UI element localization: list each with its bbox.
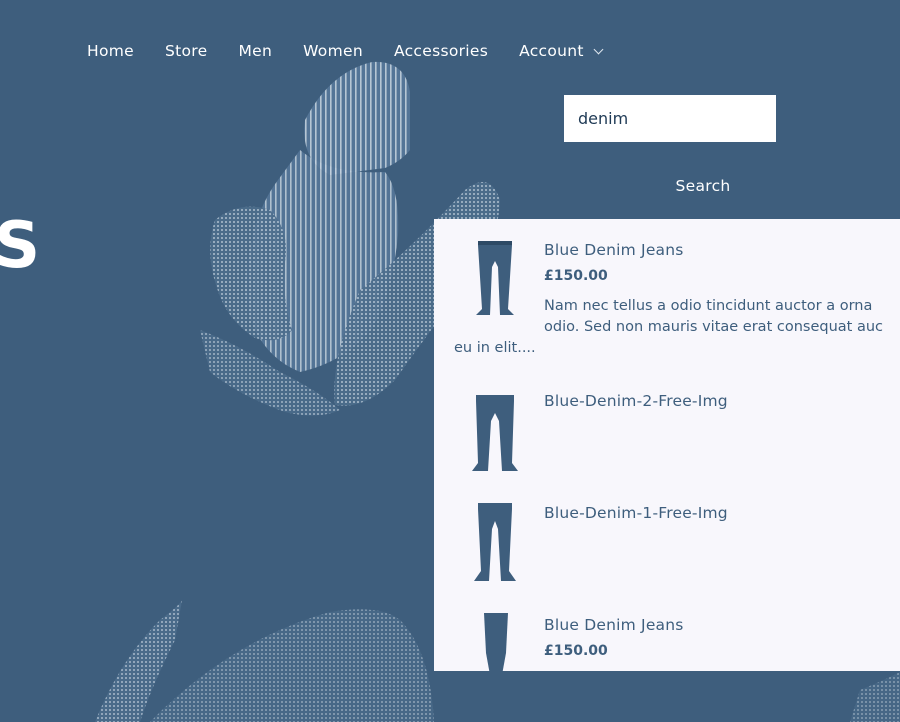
search-input[interactable] — [564, 95, 776, 142]
result-title: Blue-Denim-1-Free-Img — [544, 504, 728, 522]
nav-item-store[interactable]: Store — [165, 42, 207, 60]
result-title: Blue Denim Jeans — [544, 241, 684, 259]
nav-item-women[interactable]: Women — [303, 42, 363, 60]
search-result-item[interactable]: Blue-Denim-2-Free-Img — [434, 379, 900, 479]
nav-item-label: Account — [519, 42, 584, 60]
result-title: Blue-Denim-2-Free-Img — [544, 392, 728, 410]
result-price: £150.00 — [544, 268, 608, 284]
search-result-item[interactable]: Blue Denim Jeans £150.00 — [434, 603, 900, 671]
nav-item-label: Men — [238, 42, 273, 60]
result-price: £150.00 — [544, 643, 608, 659]
result-description-line: odio. Sed non mauris vitae erat consequa… — [544, 319, 883, 335]
chevron-down-icon[interactable] — [593, 44, 604, 54]
jeans-thumbnail — [484, 613, 508, 671]
jeans-thumbnail — [472, 395, 518, 471]
result-title: Blue Denim Jeans — [544, 616, 684, 634]
search-button[interactable]: Search — [654, 172, 752, 200]
result-description-line: eu in elit.... — [454, 340, 536, 356]
search-results-dropdown: Blue Denim Jeans £150.00 Nam nec tellus … — [434, 219, 900, 671]
search-result-item[interactable]: Blue-Denim-1-Free-Img — [434, 491, 900, 591]
nav-item-home[interactable]: Home — [87, 42, 134, 60]
nav-item-accessories[interactable]: Accessories — [394, 42, 488, 60]
result-description: Nam nec tellus a odio tincidunt auctor a… — [454, 296, 900, 359]
nav-item-account[interactable]: Account — [519, 42, 604, 60]
nav-item-label: Women — [303, 42, 363, 60]
nav-item-label: Home — [87, 42, 134, 60]
main-navigation: Home Store Men Women Accessories Account — [87, 40, 604, 62]
result-description-line: Nam nec tellus a odio tincidunt auctor a… — [544, 298, 873, 314]
nav-item-label: Accessories — [393, 42, 489, 60]
jeans-thumbnail — [474, 503, 516, 581]
nav-item-men[interactable]: Men — [238, 42, 272, 60]
hero-heading-fragment: S — [0, 209, 41, 283]
nav-item-label: Store — [164, 42, 208, 60]
search-result-item[interactable]: Blue Denim Jeans £150.00 Nam nec tellus … — [434, 219, 900, 364]
